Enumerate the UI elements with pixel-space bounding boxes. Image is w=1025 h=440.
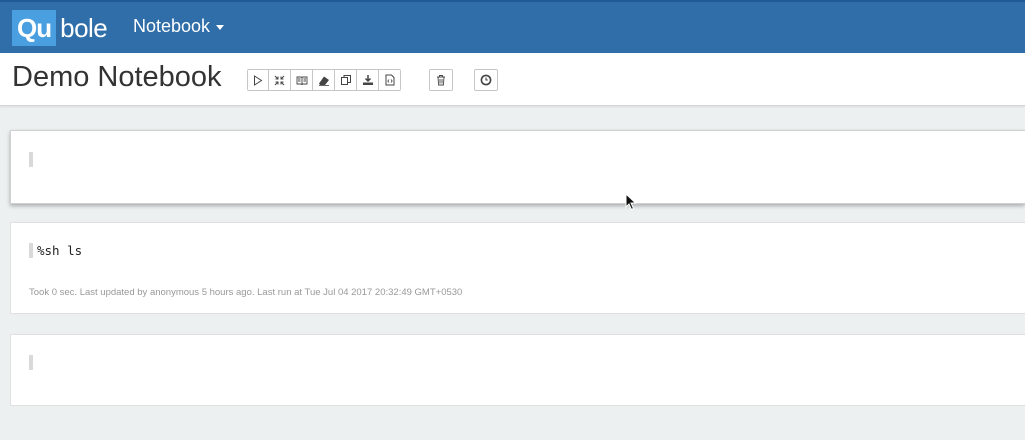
top-navbar: Qu bole Notebook bbox=[0, 0, 1025, 53]
paragraph-status-footer: Took 0 sec. Last updated by anonymous 5 … bbox=[29, 287, 463, 298]
notebook-menu[interactable]: Notebook bbox=[133, 16, 225, 37]
download-icon bbox=[362, 75, 373, 85]
notebook-menu-label: Notebook bbox=[133, 16, 211, 36]
book-icon bbox=[296, 76, 307, 85]
clear-output-button[interactable] bbox=[313, 69, 335, 91]
toggle-output-button[interactable] bbox=[291, 69, 313, 91]
paragraph-code[interactable]: %sh ls bbox=[37, 243, 82, 258]
notebook-title[interactable]: Demo Notebook bbox=[12, 61, 222, 94]
toggle-code-button[interactable] bbox=[269, 69, 291, 91]
caret-down-icon bbox=[216, 24, 225, 30]
paragraph-3[interactable] bbox=[10, 334, 1025, 406]
paragraph-1[interactable] bbox=[10, 130, 1025, 204]
version-button[interactable] bbox=[379, 69, 401, 91]
mouse-cursor-icon bbox=[625, 193, 637, 211]
logo-qu: Qu bbox=[12, 10, 57, 46]
export-button[interactable] bbox=[357, 69, 379, 91]
delete-notebook-button[interactable] bbox=[429, 69, 453, 91]
copy-icon bbox=[340, 75, 351, 85]
collapse-icon bbox=[274, 75, 285, 85]
logo-bole: bole bbox=[60, 13, 108, 43]
editor-gutter bbox=[29, 355, 33, 370]
eraser-icon bbox=[318, 76, 329, 86]
file-code-icon bbox=[385, 74, 394, 86]
notebook-header: Demo Notebook bbox=[0, 53, 1025, 106]
trash-icon bbox=[437, 75, 445, 86]
clone-button[interactable] bbox=[335, 69, 357, 91]
editor-gutter bbox=[29, 152, 33, 167]
qubole-logo[interactable]: Qu bole bbox=[12, 10, 108, 46]
editor-gutter bbox=[29, 243, 33, 258]
paragraph-2[interactable]: %sh ls Took 0 sec. Last updated by anony… bbox=[10, 222, 1025, 314]
scheduler-button[interactable] bbox=[474, 69, 498, 91]
notebook-action-toolbar bbox=[247, 69, 401, 91]
clock-icon bbox=[480, 74, 492, 86]
run-all-button[interactable] bbox=[247, 69, 269, 91]
play-icon bbox=[254, 74, 263, 86]
